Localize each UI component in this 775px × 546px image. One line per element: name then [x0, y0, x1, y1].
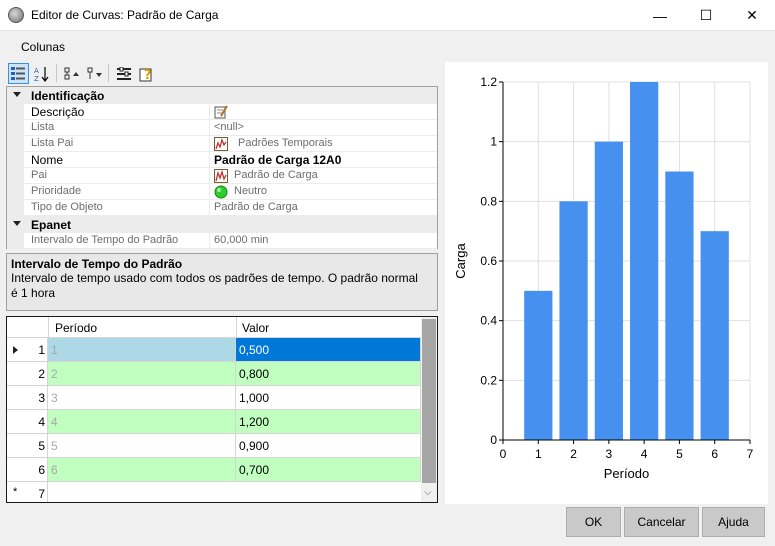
cell-periodo[interactable]: 2	[48, 362, 236, 386]
table-row[interactable]: 6 6 0,700	[7, 458, 421, 482]
bar-6	[700, 231, 729, 440]
cell-periodo[interactable]: 1	[48, 338, 236, 362]
current-row-icon	[13, 346, 18, 354]
filter-icon[interactable]	[84, 63, 105, 84]
bar-chart: 0 1 2 3 4 5 6 7 0 0.2 0.4 0.6 0.8 1 1.2 Período Carga	[445, 62, 768, 504]
scroll-down-icon[interactable]: ⌵	[424, 487, 432, 498]
table-row[interactable]: 3 3 1,000	[7, 386, 421, 410]
edit-icon[interactable]	[214, 105, 228, 119]
app-icon	[8, 7, 24, 23]
window-title: Editor de Curvas: Padrão de Carga	[31, 8, 219, 22]
svg-text:A: A	[34, 67, 39, 75]
bar-1	[524, 290, 553, 440]
cell-periodo[interactable]: 4	[48, 410, 236, 434]
bar-2	[559, 201, 588, 440]
x-tick-label: 1	[535, 447, 542, 461]
chart-svg: 0 1 2 3 4 5 6 7 0 0.2 0.4 0.6 0.8 1 1.2 Período Carga	[453, 75, 754, 481]
y-tick-label: 1.2	[480, 75, 497, 89]
column-header-periodo[interactable]: Período	[55, 321, 97, 335]
cell-valor[interactable]: 0,700	[236, 458, 421, 482]
x-tick-label: 3	[606, 447, 613, 461]
table-row[interactable]: 5 5 0,900	[7, 434, 421, 458]
cell-valor[interactable]: 0,900	[236, 434, 421, 458]
close-button[interactable]: ✕	[729, 0, 775, 31]
maximize-button[interactable]: ☐	[683, 0, 729, 31]
y-tick-label: 0.8	[480, 194, 497, 208]
property-row-prioridade[interactable]: Prioridade Neutro	[7, 184, 437, 200]
cell-periodo[interactable]: 6	[48, 458, 236, 482]
minimize-button[interactable]: —	[637, 0, 683, 31]
grid-header: Período Valor	[7, 317, 421, 338]
help-panel: Intervalo de Tempo do Padrão Intervalo d…	[6, 253, 438, 311]
y-tick-label: 0.4	[480, 314, 497, 328]
title-bar: Editor de Curvas: Padrão de Carga — ☐ ✕	[0, 0, 775, 31]
property-row-tipo-objeto[interactable]: Tipo de Objeto Padrão de Carga	[7, 200, 437, 216]
bar-4	[630, 82, 659, 440]
load-pattern-icon	[214, 169, 228, 183]
vertical-scrollbar[interactable]: ⌵	[421, 317, 437, 502]
expand-icon[interactable]	[61, 63, 82, 84]
help-description: Intervalo de tempo usado com todos os pa…	[11, 271, 418, 300]
y-axis-title: Carga	[453, 243, 468, 279]
cancel-button[interactable]: Cancelar	[624, 507, 699, 537]
categorized-icon[interactable]	[8, 63, 29, 84]
cell-valor[interactable]: 0,800	[236, 362, 421, 386]
bar-5	[665, 171, 694, 440]
bar-3	[594, 141, 623, 440]
y-tick-label: 1	[490, 135, 497, 149]
ok-button[interactable]: OK	[566, 507, 621, 537]
new-row-icon: *	[13, 486, 18, 498]
cell-periodo[interactable]: 5	[48, 434, 236, 458]
cell-valor[interactable]: 1,000	[236, 386, 421, 410]
x-tick-label: 0	[500, 447, 507, 461]
property-row-lista-pai[interactable]: Lista Pai Padrões Temporais	[7, 136, 437, 152]
collapse-icon[interactable]	[13, 92, 21, 97]
x-tick-label: 2	[570, 447, 577, 461]
svg-text:?: ?	[144, 68, 152, 82]
alphabetical-sort-icon[interactable]: A Z	[31, 63, 52, 84]
curve-list-icon	[214, 137, 228, 151]
property-row-pai[interactable]: Pai Padrão de Carga	[7, 168, 437, 184]
curve-data-grid: Período Valor 1 1 0,500 2 2 0,800 3 3 1,…	[6, 316, 438, 503]
x-axis-title: Período	[604, 466, 650, 481]
properties-icon[interactable]	[113, 63, 134, 84]
property-row-lista[interactable]: Lista <null>	[7, 120, 437, 136]
status-green-icon	[214, 185, 228, 199]
category-identification[interactable]: Identificação	[7, 87, 437, 104]
column-header-valor[interactable]: Valor	[242, 321, 269, 335]
property-grid: Identificação Descrição Lista <null> Lis…	[6, 86, 438, 249]
scrollbar-thumb[interactable]	[422, 319, 436, 483]
table-row[interactable]: 2 2 0,800	[7, 362, 421, 386]
new-row[interactable]: * 7	[7, 482, 421, 502]
property-row-nome[interactable]: Nome Padrão de Carga 12A0	[7, 152, 437, 168]
menu-columns[interactable]: Colunas	[21, 40, 65, 54]
y-tick-label: 0.6	[480, 254, 497, 268]
menu-bar: Colunas	[0, 36, 775, 58]
cell-valor[interactable]: 1,200	[236, 410, 421, 434]
help-button[interactable]: Ajuda	[702, 507, 765, 537]
table-row[interactable]: 1 1 0,500	[7, 338, 421, 362]
x-tick-label: 5	[676, 447, 683, 461]
y-tick-label: 0	[490, 433, 497, 447]
category-epanet[interactable]: Epanet	[7, 216, 437, 233]
help-title: Intervalo de Tempo do Padrão	[11, 257, 183, 271]
y-tick-label: 0.2	[480, 373, 497, 387]
collapse-icon[interactable]	[13, 221, 21, 226]
help-icon[interactable]: ?	[136, 63, 157, 84]
x-tick-label: 7	[747, 447, 754, 461]
x-tick-label: 6	[711, 447, 718, 461]
svg-text:Z: Z	[34, 75, 39, 82]
table-row[interactable]: 4 4 1,200	[7, 410, 421, 434]
x-tick-label: 4	[641, 447, 648, 461]
property-row-descricao[interactable]: Descrição	[7, 104, 437, 120]
property-toolbar: A Z ?	[6, 61, 438, 85]
property-row-intervalo[interactable]: Intervalo de Tempo do Padrão 60,000 min	[7, 233, 437, 249]
cell-periodo[interactable]: 3	[48, 386, 236, 410]
cell-valor[interactable]: 0,500	[236, 338, 421, 362]
